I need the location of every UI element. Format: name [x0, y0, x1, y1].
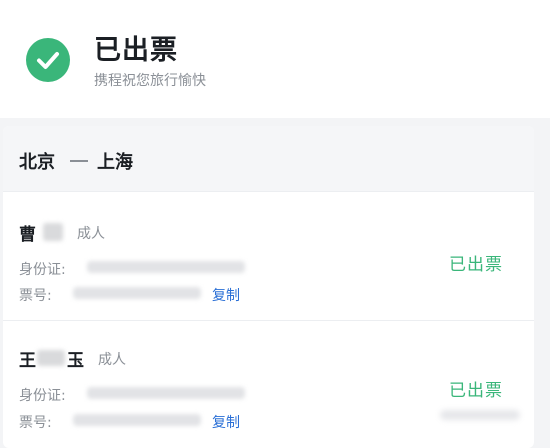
passenger-type: 成人 — [77, 226, 105, 242]
ticket-number-redacted — [73, 287, 201, 299]
check-circle-icon — [26, 38, 70, 82]
passenger-row: 王 玉 成人 身份证: 票号: 复制 已出票 — [3, 322, 534, 448]
ticket-status: 已出票 — [449, 381, 503, 401]
id-label: 身份证: — [19, 262, 66, 278]
passenger-row: 曹 成人 身份证: 票号: 复制 已出票 — [3, 193, 534, 321]
route-header: 北京 上海 — [3, 126, 534, 192]
status-subtitle: 携程祝您旅行愉快 — [94, 73, 206, 89]
passenger-name-last: 玉 — [67, 351, 84, 371]
id-number-redacted — [87, 261, 245, 273]
passenger-name-first: 王 — [19, 351, 36, 371]
copy-button[interactable]: 复制 — [212, 285, 240, 305]
route-from: 北京 — [19, 152, 55, 173]
route-arrow-icon — [70, 160, 88, 162]
id-label: 身份证: — [19, 388, 66, 404]
ticket-status: 已出票 — [449, 255, 503, 275]
id-number-redacted — [87, 387, 245, 399]
status-header: 已出票 携程祝您旅行愉快 — [0, 0, 550, 118]
copy-button[interactable]: 复制 — [212, 412, 240, 432]
name-redaction — [43, 223, 63, 241]
ticket-number-redacted — [73, 414, 201, 426]
status-title: 已出票 — [94, 35, 178, 66]
route-to: 上海 — [97, 152, 133, 173]
ticket-no-label: 票号: — [19, 415, 52, 431]
passenger-type: 成人 — [98, 352, 126, 368]
ticket-card: 北京 上海 曹 成人 身份证: 票号: 复制 已出票 王 玉 成人 身份证: 票… — [3, 126, 534, 448]
name-redaction — [37, 350, 65, 366]
ticket-no-label: 票号: — [19, 288, 52, 304]
redacted-blur — [440, 410, 520, 420]
passenger-name: 曹 — [19, 225, 36, 245]
